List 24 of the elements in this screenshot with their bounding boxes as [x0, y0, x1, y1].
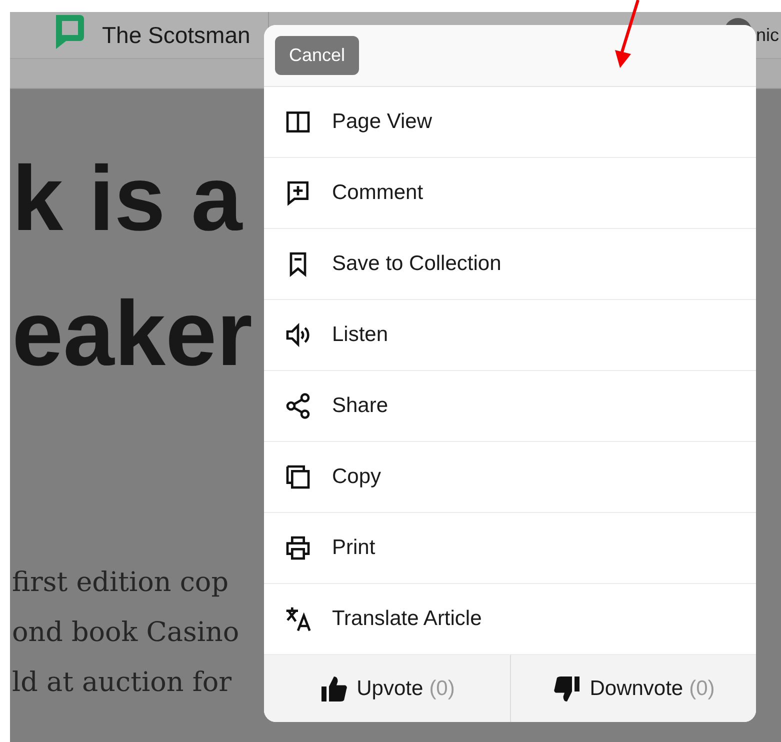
arrow-annotation: [612, 0, 642, 70]
menu-item[interactable]: Print: [264, 513, 756, 584]
user-name[interactable]: nic: [756, 24, 779, 46]
cancel-button[interactable]: Cancel: [275, 36, 360, 75]
speaker-icon: [284, 321, 312, 349]
menu-item[interactable]: Share: [264, 371, 756, 442]
menu-item[interactable]: Copy: [264, 442, 756, 513]
menu-item[interactable]: Comment: [264, 158, 756, 229]
thumbs-up-icon: [318, 674, 349, 704]
downvote-button[interactable]: Downvote (0): [510, 655, 756, 722]
share-icon: [284, 392, 312, 420]
article-text: first edition cop: [12, 567, 228, 600]
printer-icon: [284, 534, 312, 562]
headline-text: k is a: [12, 149, 242, 250]
translate-icon: [284, 605, 312, 633]
menu-item[interactable]: Page View: [264, 87, 756, 158]
thumbs-down-icon: [552, 674, 582, 704]
headline-text: eaker: [12, 284, 252, 386]
article-text: ond book Casino: [12, 617, 240, 650]
menu-item[interactable]: Listen: [264, 300, 756, 371]
article-text: ld at auction for: [12, 667, 232, 700]
copy-icon: [284, 463, 312, 491]
menu-item[interactable]: Save to Collection: [264, 229, 756, 300]
site-name[interactable]: The Scotsman: [102, 22, 250, 48]
